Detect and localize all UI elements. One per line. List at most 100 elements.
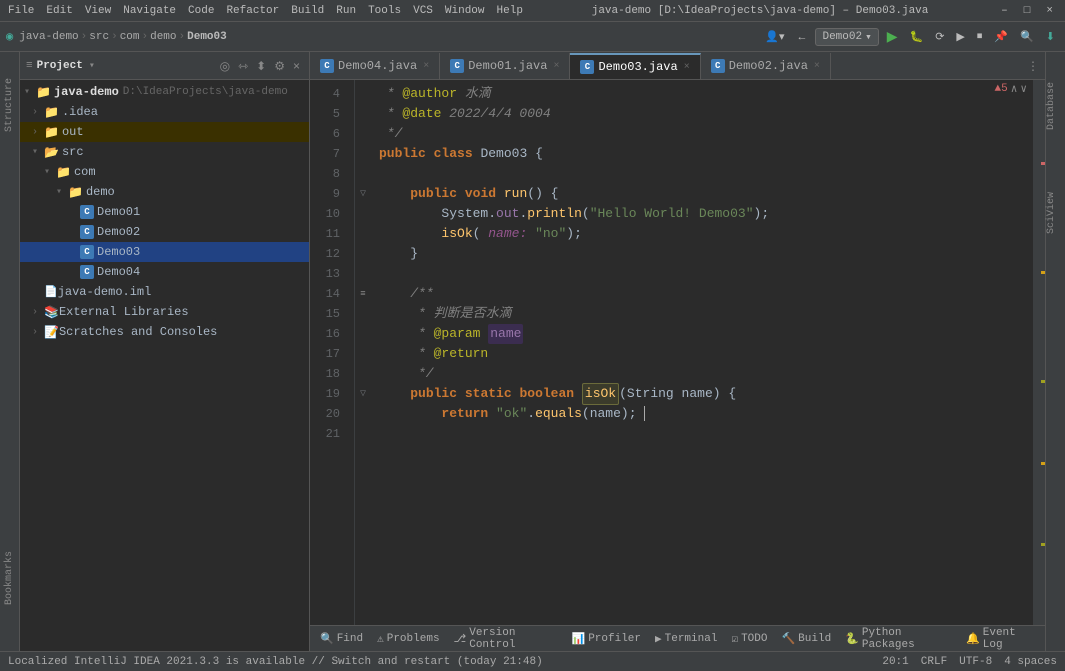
tree-item-scratches[interactable]: › 📝 Scratches and Consoles xyxy=(20,322,309,342)
tree-root[interactable]: ▾ 📁 java-demo D:\IdeaProjects\java-demo xyxy=(20,82,309,102)
tab-demo01-close[interactable]: × xyxy=(553,61,559,72)
scratches-icon: 📝 xyxy=(44,325,59,340)
build-button[interactable]: 🔨 Build xyxy=(775,630,837,648)
menu-edit[interactable]: Edit xyxy=(46,5,72,17)
coverage-button[interactable]: ⟳ xyxy=(931,28,948,45)
menu-refactor[interactable]: Refactor xyxy=(226,5,279,17)
breadcrumb-current: Demo03 xyxy=(187,31,227,43)
panel-collapse-button[interactable]: ⬍ xyxy=(253,58,269,74)
tab-demo01[interactable]: C Demo01.java × xyxy=(440,53,570,79)
nav-back-button[interactable]: ← xyxy=(792,29,811,45)
fold-arrow-19[interactable]: ▽ xyxy=(360,388,366,400)
python-packages-button[interactable]: 🐍 Python Packages xyxy=(839,625,956,652)
structure-tab[interactable]: Structure xyxy=(2,72,17,138)
tree-item-demo01[interactable]: C Demo01 xyxy=(20,202,309,222)
indent-settings[interactable]: 4 spaces xyxy=(1004,656,1057,668)
search-everywhere-button[interactable]: 🔍 xyxy=(1016,28,1038,45)
panel-dropdown-icon[interactable]: ▾ xyxy=(89,60,95,72)
profiler-button[interactable]: 📊 Profiler xyxy=(565,630,647,648)
tab-demo04[interactable]: C Demo04.java × xyxy=(310,53,440,79)
stop-button[interactable]: ⏹ xyxy=(973,28,987,45)
menu-vcs[interactable]: VCS xyxy=(413,5,433,17)
profiler-label: Profiler xyxy=(588,633,641,645)
tree-item-demo03[interactable]: C Demo03 xyxy=(20,242,309,262)
error-count: ▲5 xyxy=(995,83,1008,95)
find-button[interactable]: 🔍 Find xyxy=(314,630,369,648)
menu-build[interactable]: Build xyxy=(291,5,324,17)
code-line-17: * @return xyxy=(371,344,1033,364)
tree-item-demo[interactable]: ▾ 📁 demo xyxy=(20,182,309,202)
gutter-16 xyxy=(355,324,371,344)
tabs-more-button[interactable]: ⋮ xyxy=(1021,53,1045,79)
run-config-selector[interactable]: Demo02 ▾ xyxy=(815,28,878,46)
tab-demo04-close[interactable]: × xyxy=(423,61,429,72)
tab-demo02[interactable]: C Demo02.java × xyxy=(701,53,831,79)
tree-item-src[interactable]: ▾ 📂 src xyxy=(20,142,309,162)
update-button[interactable]: ⬇ xyxy=(1042,28,1059,45)
debug-button[interactable]: 🐛 xyxy=(905,28,927,45)
menu-window[interactable]: Window xyxy=(445,5,485,17)
bookmarks-tab[interactable]: Bookmarks xyxy=(2,545,17,611)
editor-content[interactable]: ▲5 ∧ ∨ 4 5 6 7 8 9 10 11 12 13 14 15 16 … xyxy=(310,80,1045,625)
menu-help[interactable]: Help xyxy=(497,5,523,17)
problems-button[interactable]: ⚠ Problems xyxy=(371,630,445,648)
breadcrumb-demo[interactable]: demo xyxy=(150,31,176,43)
tree-item-iml[interactable]: 📄 java-demo.iml xyxy=(20,282,309,302)
breadcrumb-project[interactable]: java-demo xyxy=(19,31,78,43)
pin-button[interactable]: 📌 xyxy=(990,28,1012,45)
maximize-button[interactable]: □ xyxy=(1020,5,1035,17)
tab-demo03-close[interactable]: × xyxy=(684,62,690,73)
tab-demo03[interactable]: C Demo03.java × xyxy=(570,53,700,79)
tree-arrow-out: › xyxy=(32,127,44,138)
cursor-position[interactable]: 20:1 xyxy=(882,656,908,668)
panel-expand-button[interactable]: ⇿ xyxy=(235,58,251,74)
menu-view[interactable]: View xyxy=(85,5,111,17)
editor-area: C Demo04.java × C Demo01.java × C Demo03… xyxy=(310,52,1045,651)
terminal-button[interactable]: ▶ Terminal xyxy=(649,630,723,648)
sciview-panel-tab[interactable]: SciView xyxy=(1046,192,1057,234)
error-nav-up[interactable]: ∧ xyxy=(1011,82,1018,96)
editor-scrollbar[interactable] xyxy=(1033,80,1045,625)
error-nav-down[interactable]: ∨ xyxy=(1020,82,1027,96)
panel-locate-button[interactable]: ◎ xyxy=(217,58,233,74)
breadcrumb-com[interactable]: com xyxy=(120,31,140,43)
menu-file[interactable]: File xyxy=(8,5,34,17)
version-control-icon: ⎇ xyxy=(454,632,467,646)
demo03-class-icon: C xyxy=(80,245,94,259)
tree-item-demo04[interactable]: C Demo04 xyxy=(20,262,309,282)
tab-demo02-close[interactable]: × xyxy=(814,61,820,72)
run-button[interactable]: ▶ xyxy=(883,26,902,47)
panel-settings-button[interactable]: ⚙ xyxy=(271,58,288,74)
version-control-button[interactable]: ⎇ Version Control xyxy=(448,625,564,652)
gutter-20 xyxy=(355,404,371,424)
database-panel-tab[interactable]: Database xyxy=(1046,82,1057,130)
tree-label-idea: .idea xyxy=(62,105,98,119)
panel-close-button[interactable]: × xyxy=(290,58,303,74)
fold-arrow-9[interactable]: ▽ xyxy=(360,188,366,200)
panel-toggle-icon[interactable]: ≡ xyxy=(26,60,33,72)
minimize-button[interactable]: – xyxy=(997,5,1012,17)
profile-button[interactable]: ▶ xyxy=(952,28,968,45)
tree-item-com[interactable]: ▾ 📁 com xyxy=(20,162,309,182)
breadcrumb-src[interactable]: src xyxy=(89,31,109,43)
tree-arrow-root: ▾ xyxy=(24,86,36,98)
menu-code[interactable]: Code xyxy=(188,5,214,17)
todo-button[interactable]: ☑ TODO xyxy=(725,630,773,648)
menu-tools[interactable]: Tools xyxy=(368,5,401,17)
python-icon: 🐍 xyxy=(845,632,859,646)
menu-bar: File Edit View Navigate Code Refactor Bu… xyxy=(8,5,523,17)
menu-navigate[interactable]: Navigate xyxy=(123,5,176,17)
menu-run[interactable]: Run xyxy=(336,5,356,17)
line-ending[interactable]: CRLF xyxy=(921,656,947,668)
tree-item-idea[interactable]: › 📁 .idea xyxy=(20,102,309,122)
code-line-7: public class Demo03 { xyxy=(371,144,1033,164)
close-button[interactable]: × xyxy=(1042,5,1057,17)
code-editor[interactable]: * @author 水滴 * @date 2022/4/4 0004 */ pu… xyxy=(371,80,1033,625)
nav-user-button[interactable]: 👤▾ xyxy=(761,28,788,45)
encoding[interactable]: UTF-8 xyxy=(959,656,992,668)
tree-item-extlib[interactable]: › 📚 External Libraries xyxy=(20,302,309,322)
tree-item-demo02[interactable]: C Demo02 xyxy=(20,222,309,242)
event-log-button[interactable]: 🔔 Event Log xyxy=(960,625,1041,652)
line-num-16: 16 xyxy=(310,324,346,344)
tree-item-out[interactable]: › 📁 out xyxy=(20,122,309,142)
